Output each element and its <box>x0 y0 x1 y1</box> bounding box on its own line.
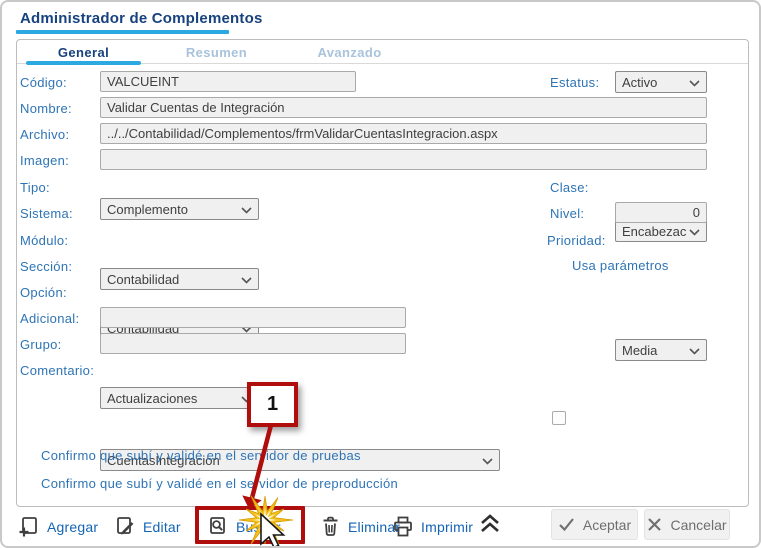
archivo-input[interactable]: ../../Contabilidad/Complementos/frmValid… <box>100 123 707 144</box>
eliminar-button[interactable]: Eliminar <box>320 515 400 538</box>
chevron-down-icon <box>689 348 700 355</box>
confirm-preproduccion-label: Confirmo que subí y validé en el servido… <box>41 476 399 491</box>
adicional-input[interactable] <box>100 307 406 328</box>
x-icon <box>648 518 662 531</box>
title-accent-bar <box>16 30 229 34</box>
sistema-value: Contabilidad <box>107 272 180 287</box>
printer-icon <box>394 516 412 537</box>
seccion-label: Sección: <box>20 259 73 274</box>
prioridad-value: Media <box>622 343 658 358</box>
addin-manager-window: Administrador de Complementos General Re… <box>0 0 761 548</box>
chevron-down-icon <box>241 277 252 284</box>
tab-general[interactable]: General <box>17 40 150 65</box>
highlight-rectangle <box>195 506 305 544</box>
clase-select[interactable]: Encabezac <box>615 220 707 242</box>
nombre-label: Nombre: <box>20 101 72 116</box>
clase-value: Encabezac <box>622 224 687 239</box>
seccion-select[interactable]: Actualizaciones <box>100 387 259 409</box>
chevron-down-icon <box>482 458 493 465</box>
nivel-label: Nivel: <box>550 206 585 221</box>
tab-avanzado-label: Avanzado <box>317 45 382 60</box>
editar-label: Editar <box>143 518 181 535</box>
sistema-label: Sistema: <box>20 206 73 221</box>
tab-resumen-label: Resumen <box>185 45 248 60</box>
nivel-input[interactable]: 0 <box>615 202 707 223</box>
modulo-label: Módulo: <box>20 233 69 248</box>
imprimir-label: Imprimir <box>421 518 474 535</box>
estatus-label: Estatus: <box>550 75 600 90</box>
nombre-input[interactable]: Validar Cuentas de Integración <box>100 97 707 118</box>
archivo-label: Archivo: <box>20 127 70 142</box>
tabstrip: General Resumen Avanzado <box>17 40 748 65</box>
seccion-value: Actualizaciones <box>107 391 198 406</box>
clase-label: Clase: <box>550 180 589 195</box>
active-tab-indicator <box>26 61 141 65</box>
cancelar-label: Cancelar <box>670 516 727 533</box>
double-chevron-up-icon <box>481 514 499 532</box>
tipo-label: Tipo: <box>20 180 50 195</box>
comentario-label: Comentario: <box>20 363 95 378</box>
page-title: Administrador de Complementos <box>20 10 263 27</box>
imagen-label: Imagen: <box>20 153 70 168</box>
tipo-value: Complemento <box>107 202 188 217</box>
codigo-input[interactable]: VALCUEINT <box>100 71 356 92</box>
tab-resumen[interactable]: Resumen <box>150 40 283 63</box>
trash-icon <box>323 516 338 536</box>
chevron-down-icon <box>689 229 700 236</box>
estatus-value: Activo <box>622 75 658 90</box>
usa-parametros-checkbox[interactable] <box>552 411 566 425</box>
opcion-label: Opción: <box>20 285 67 300</box>
prioridad-label: Prioridad: <box>547 233 606 248</box>
agregar-label: Agregar <box>47 518 99 535</box>
tab-avanzado[interactable]: Avanzado <box>283 40 416 63</box>
adicional-label: Adicional: <box>20 311 80 326</box>
prioridad-select[interactable]: Media <box>615 339 707 361</box>
step-number: 1 <box>266 393 279 415</box>
agregar-button[interactable]: Agregar <box>18 515 98 538</box>
confirm-pruebas-label: Confirmo que subí y validé en el servido… <box>41 448 361 463</box>
editar-button[interactable]: Editar <box>114 515 181 538</box>
step-callout: 1 <box>247 382 298 427</box>
imprimir-button[interactable]: Imprimir <box>392 515 473 538</box>
grupo-input[interactable] <box>100 333 406 354</box>
chevron-down-icon <box>689 80 700 87</box>
check-icon <box>559 518 574 532</box>
estatus-select[interactable]: Activo <box>615 71 707 93</box>
codigo-label: Código: <box>20 75 67 90</box>
imagen-input[interactable] <box>100 149 707 170</box>
usa-parametros-label: Usa parámetros <box>572 258 669 273</box>
sistema-select[interactable]: Contabilidad <box>100 268 259 290</box>
edit-document-icon <box>117 517 134 535</box>
chevron-down-icon <box>241 207 252 214</box>
aceptar-label: Aceptar <box>582 516 632 533</box>
tipo-select[interactable]: Complemento <box>100 198 259 220</box>
cancelar-button[interactable]: Cancelar <box>644 509 730 540</box>
tab-general-label: General <box>57 45 110 60</box>
collapse-toolbar-button[interactable] <box>478 513 502 534</box>
add-document-icon <box>19 517 37 537</box>
aceptar-button[interactable]: Aceptar <box>551 509 638 540</box>
grupo-label: Grupo: <box>20 337 62 352</box>
